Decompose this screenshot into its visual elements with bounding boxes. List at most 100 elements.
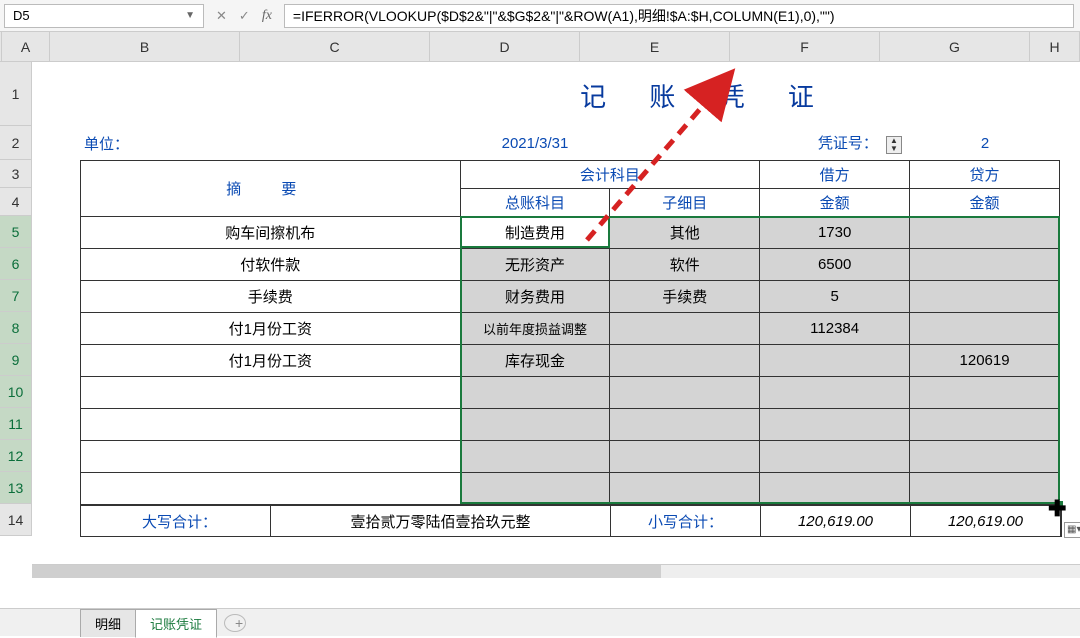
row-header-14[interactable]: 14	[0, 504, 32, 536]
cell-sub[interactable]	[610, 409, 760, 441]
spinner-down-icon[interactable]: ▼	[887, 145, 901, 153]
col-header-B[interactable]: B	[50, 32, 240, 62]
tab-detail[interactable]: 明细	[80, 609, 136, 637]
name-box[interactable]: D5 ▼	[4, 4, 204, 28]
th-summary: 摘 要	[81, 161, 461, 217]
cell-ledger[interactable]: 库存现金	[460, 345, 610, 377]
cell-credit[interactable]	[910, 281, 1060, 313]
row-header-4[interactable]: 4	[0, 188, 32, 216]
horizontal-scrollbar[interactable]	[32, 564, 1080, 578]
cell-ledger[interactable]	[460, 473, 610, 505]
cell-debit[interactable]: 6500	[760, 249, 910, 281]
cell-debit[interactable]	[760, 441, 910, 473]
cell-summary[interactable]	[81, 473, 461, 505]
cell-summary[interactable]	[81, 377, 461, 409]
row-header-1[interactable]: 1	[0, 62, 32, 126]
fill-handle[interactable]	[1056, 500, 1064, 508]
cell-summary[interactable]: 付1月份工资	[81, 345, 461, 377]
hscroll-thumb[interactable]	[32, 565, 661, 578]
col-header-E[interactable]: E	[580, 32, 730, 62]
cell-credit[interactable]: 120619	[910, 345, 1060, 377]
add-sheet-icon[interactable]: +	[224, 614, 246, 632]
voucher-title: 记 账 凭 证	[80, 62, 1062, 126]
voucher-no-value: 2	[910, 135, 1060, 152]
cell-summary[interactable]	[81, 441, 461, 473]
cell-summary[interactable]: 购车间擦机布	[81, 217, 461, 249]
col-header-D[interactable]: D	[430, 32, 580, 62]
cell-D5[interactable]: 制造费用	[460, 217, 610, 249]
row-header-9[interactable]: 9	[0, 344, 32, 376]
cell-ledger[interactable]	[460, 377, 610, 409]
cell-sub[interactable]	[610, 441, 760, 473]
cell-debit[interactable]	[760, 377, 910, 409]
cell-debit[interactable]: 112384	[760, 313, 910, 345]
formula-bar: D5 ▼ ✕ ✓ fx =IFERROR(VLOOKUP($D$2&"|"&$G…	[0, 0, 1080, 32]
cell-credit[interactable]	[910, 441, 1060, 473]
row-header-8[interactable]: 8	[0, 312, 32, 344]
col-header-F[interactable]: F	[730, 32, 880, 62]
cancel-formula-icon[interactable]: ✕	[216, 8, 227, 24]
cell-ledger[interactable]: 以前年度损益调整	[460, 313, 610, 345]
cell-debit[interactable]: 5	[760, 281, 910, 313]
cell-debit[interactable]: 1730	[760, 217, 910, 249]
row-header-7[interactable]: 7	[0, 280, 32, 312]
col-header-H[interactable]: H	[1030, 32, 1080, 62]
cell-summary[interactable]	[81, 409, 461, 441]
cell-credit[interactable]	[910, 313, 1060, 345]
total-label-cn: 大写合计：	[81, 506, 271, 536]
cell-sub[interactable]: 手续费	[610, 281, 760, 313]
row-header-12[interactable]: 12	[0, 440, 32, 472]
row-header-6[interactable]: 6	[0, 248, 32, 280]
th-credit-amount: 金额	[910, 189, 1060, 217]
cell-sub[interactable]: 其他	[610, 217, 760, 249]
row-header-10[interactable]: 10	[0, 376, 32, 408]
cell-credit[interactable]	[910, 473, 1060, 505]
cell-sub[interactable]	[610, 313, 760, 345]
total-credit: 120,619.00	[911, 506, 1061, 536]
col-header-A[interactable]: A	[2, 32, 50, 62]
voucher-table: 摘 要 会计科目 借方 贷方 总账科目 子细目 金额 金额 购车间擦机布 制造费…	[80, 160, 1060, 505]
formula-input[interactable]: =IFERROR(VLOOKUP($D$2&"|"&$G$2&"|"&ROW(A…	[284, 4, 1074, 28]
cell-summary[interactable]: 手续费	[81, 281, 461, 313]
cell-credit[interactable]	[910, 377, 1060, 409]
cell-sub[interactable]	[610, 345, 760, 377]
cell-debit[interactable]	[760, 473, 910, 505]
voucher-no-spinner[interactable]: ▲ ▼	[886, 136, 902, 154]
cell-summary[interactable]: 付软件款	[81, 249, 461, 281]
fx-icon[interactable]: fx	[262, 8, 272, 24]
col-header-G[interactable]: G	[880, 32, 1030, 62]
cell-sub[interactable]: 软件	[610, 249, 760, 281]
cell-ledger[interactable]	[460, 409, 610, 441]
voucher-date: 2021/3/31	[460, 135, 610, 152]
accept-formula-icon[interactable]: ✓	[239, 8, 250, 24]
cell-ledger[interactable]: 无形资产	[460, 249, 610, 281]
name-box-value: D5	[13, 8, 30, 23]
cell-sub[interactable]	[610, 473, 760, 505]
cell-credit[interactable]	[910, 249, 1060, 281]
col-header-C[interactable]: C	[240, 32, 430, 62]
name-box-dropdown-icon[interactable]: ▼	[185, 10, 195, 21]
cell-credit[interactable]	[910, 409, 1060, 441]
total-debit: 120,619.00	[761, 506, 911, 536]
data-rows: 购车间擦机布 制造费用 其他 1730 付软件款 无形资产 软件 6500	[81, 217, 1060, 505]
cell-ledger[interactable]: 财务费用	[460, 281, 610, 313]
cell-sub[interactable]	[610, 377, 760, 409]
th-ledger: 总账科目	[460, 189, 610, 217]
autofill-options-icon[interactable]: ▦▾	[1064, 522, 1080, 538]
cell-debit[interactable]	[760, 409, 910, 441]
row-header-2[interactable]: 2	[0, 126, 32, 160]
cell-ledger[interactable]	[460, 441, 610, 473]
th-debit: 借方	[760, 161, 910, 189]
th-sub: 子细目	[610, 189, 760, 217]
row-header-5[interactable]: 5	[0, 216, 32, 248]
row-header-11[interactable]: 11	[0, 408, 32, 440]
total-cn-value: 壹拾贰万零陆佰壹拾玖元整	[271, 506, 611, 536]
row-header-13[interactable]: 13	[0, 472, 32, 504]
tab-voucher[interactable]: 记账凭证	[135, 609, 217, 638]
row-header-3[interactable]: 3	[0, 160, 32, 188]
cell-credit[interactable]	[910, 217, 1060, 249]
th-credit: 贷方	[910, 161, 1060, 189]
cell-summary[interactable]: 付1月份工资	[81, 313, 461, 345]
cells-area[interactable]: 记 账 凭 证 单位： 2021/3/31 凭证号： ▲ ▼ 2 摘 要	[32, 62, 1080, 608]
cell-debit[interactable]	[760, 345, 910, 377]
